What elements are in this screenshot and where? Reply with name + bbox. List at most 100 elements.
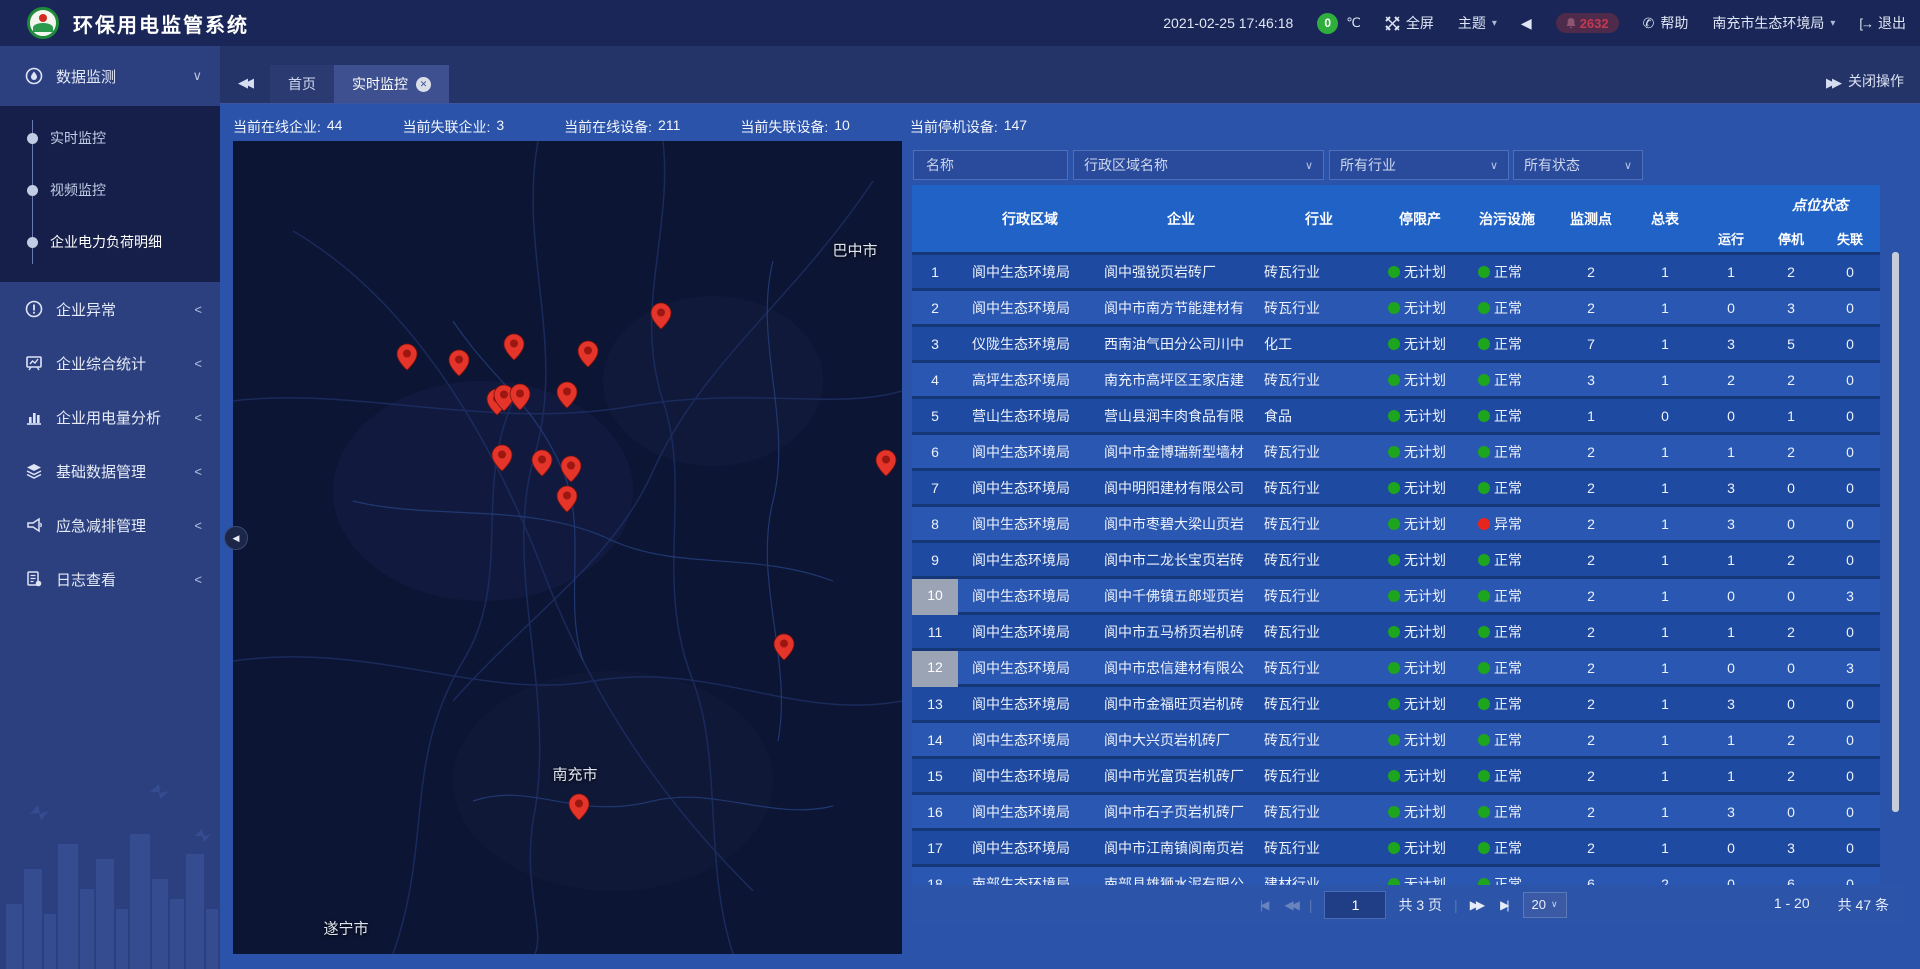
cell-company: 阆中市金福旺页岩机砖 (1102, 694, 1260, 714)
cell-lost: 0 (1820, 264, 1880, 280)
cell-lost: 0 (1820, 696, 1880, 712)
cell-region: 阆中生态环境局 (958, 442, 1102, 462)
sidebar-item-data-monitoring[interactable]: 数据监测∨ (0, 46, 220, 106)
cell-industry: 食品 (1260, 406, 1378, 426)
map-collapse-handle[interactable]: ◀ (224, 526, 248, 550)
status-filter-select[interactable]: 所有状态 ∨ (1513, 150, 1643, 180)
chevron-down-icon: ▾ (1492, 18, 1497, 29)
table-row[interactable]: 4高坪生态环境局南充市高坪区王家店建砖瓦行业无计划正常31220 (912, 363, 1880, 396)
cell-num: 8 (912, 516, 958, 532)
status-ok-dot-icon (1388, 878, 1400, 886)
table-row[interactable]: 3仪陇生态环境局西南油气田分公司川中化工无计划正常71350 (912, 327, 1880, 360)
table-row[interactable]: 8阆中生态环境局阆中市枣碧大梁山页岩砖瓦行业无计划异常21300 (912, 507, 1880, 540)
page-number-input[interactable] (1324, 891, 1386, 919)
stat-value: 10 (834, 117, 850, 137)
cell-treat: 正常 (1462, 262, 1552, 282)
stats-bar: 当前在线企业:44当前失联企业:3当前在线设备:211当前失联设备:10当前停机… (233, 112, 1027, 142)
stat-item: 当前失联设备: 10 (740, 117, 849, 137)
cell-points: 2 (1552, 768, 1630, 784)
scrollbar-thumb[interactable] (1892, 252, 1899, 812)
organization-dropdown[interactable]: 南充市生态环境局▾ (1712, 13, 1835, 33)
logout-button[interactable]: [→ 退出 (1859, 13, 1906, 33)
table-row[interactable]: 15阆中生态环境局阆中市光富页岩机砖厂砖瓦行业无计划正常21120 (912, 759, 1880, 792)
app-header: 环保用电监管系统 2021-02-25 17:46:18 0 ℃ 全屏 主题▾ (0, 0, 1920, 46)
cell-stop: 0 (1762, 480, 1820, 496)
chevron-down-icon: ▾ (1830, 18, 1835, 29)
cell-stop: 2 (1762, 372, 1820, 388)
table-row[interactable]: 9阆中生态环境局阆中市二龙长宝页岩砖砖瓦行业无计划正常21120 (912, 543, 1880, 576)
speaker-icon: ◀ (1521, 16, 1532, 30)
cell-num: 17 (912, 840, 958, 856)
map-panel[interactable]: 巴中市南充市遂宁市 (233, 141, 902, 954)
table-row[interactable]: 7阆中生态环境局阆中明阳建材有限公司砖瓦行业无计划正常21300 (912, 471, 1880, 504)
name-input[interactable] (924, 156, 1057, 174)
cell-region: 阆中生态环境局 (958, 298, 1102, 318)
cell-treat: 正常 (1462, 478, 1552, 498)
cell-region: 高坪生态环境局 (958, 370, 1102, 390)
sidebar-subitem-power-load-detail[interactable]: 企业电力负荷明细 (0, 216, 220, 268)
last-page-button[interactable]: ▶| (1500, 898, 1506, 912)
cell-meters: 1 (1630, 588, 1700, 604)
help-button[interactable]: ✆ 帮助 (1643, 13, 1689, 33)
cell-treat: 正常 (1462, 550, 1552, 570)
sidebar-item-base-data-management[interactable]: 基础数据管理< (0, 444, 220, 498)
cell-region: 阆中生态环境局 (958, 514, 1102, 534)
table-row[interactable]: 2阆中生态环境局阆中市南方节能建材有砖瓦行业无计划正常21030 (912, 291, 1880, 324)
region-filter-select[interactable]: 行政区域名称 ∨ (1073, 150, 1324, 180)
cell-stop: 2 (1762, 624, 1820, 640)
table-row[interactable]: 14阆中生态环境局阆中大兴页岩机砖厂砖瓦行业无计划正常21120 (912, 723, 1880, 756)
sidebar-item-emergency-reduction[interactable]: 应急减排管理< (0, 498, 220, 552)
cell-company: 阆中市金博瑞新型墙材 (1102, 442, 1260, 462)
cell-num: 13 (912, 696, 958, 712)
first-page-button[interactable]: |◀ (1260, 898, 1266, 912)
table-row[interactable]: 6阆中生态环境局阆中市金博瑞新型墙材砖瓦行业无计划正常21120 (912, 435, 1880, 468)
sidebar-subitem-realtime-monitoring[interactable]: 实时监控 (0, 112, 220, 164)
next-page-button[interactable]: ▶▶ (1470, 898, 1482, 912)
table-row[interactable]: 18南部生态环境局南部县雄狮水泥有限公建材行业无计划正常62060 (912, 867, 1880, 885)
notification-badge[interactable]: 2632 (1556, 13, 1619, 33)
cell-stop: 0 (1762, 696, 1820, 712)
cell-limit: 无计划 (1378, 802, 1462, 822)
cell-points: 2 (1552, 444, 1630, 460)
status-ok-dot-icon (1388, 518, 1400, 530)
sidebar-item-log-view[interactable]: 日志查看< (0, 552, 220, 606)
tab-close-icon[interactable]: ✕ (416, 77, 431, 92)
col-header-meters: 总表 (1630, 209, 1700, 229)
fullscreen-icon (1385, 16, 1400, 31)
chevron-down-icon: ∨ (1551, 899, 1558, 910)
table-row[interactable]: 5营山生态环境局营山县润丰肉食品有限食品无计划正常10010 (912, 399, 1880, 432)
tabs-scroll-right-button[interactable]: ▶▶ (1826, 75, 1838, 91)
cell-company: 阆中市光富页岩机砖厂 (1102, 766, 1260, 786)
tabs-scroll-left-button[interactable]: ◀◀ (238, 75, 250, 91)
name-filter-input[interactable] (913, 150, 1068, 180)
table-row[interactable]: 12阆中生态环境局阆中市忠信建材有限公砖瓦行业无计划正常21003 (912, 651, 1880, 684)
page-size-select[interactable]: 20 ∨ (1523, 892, 1567, 918)
prev-page-button[interactable]: ◀◀ (1284, 898, 1296, 912)
mute-button[interactable]: ◀ (1521, 16, 1532, 30)
cell-meters: 1 (1630, 840, 1700, 856)
sidebar-item-enterprise-abnormal[interactable]: 企业异常< (0, 282, 220, 336)
cell-limit: 无计划 (1378, 478, 1462, 498)
tab-realtime-monitoring[interactable]: 实时监控✕ (334, 65, 449, 103)
table-row[interactable]: 11阆中生态环境局阆中市五马桥页岩机砖砖瓦行业无计划正常21120 (912, 615, 1880, 648)
sidebar-subitem-video-monitoring[interactable]: 视频监控 (0, 164, 220, 216)
sidebar-item-power-usage-analysis[interactable]: 企业用电量分析< (0, 390, 220, 444)
table-row[interactable]: 1阆中生态环境局阆中强锐页岩砖厂砖瓦行业无计划正常21120 (912, 255, 1880, 288)
stat-label: 当前失联设备: (740, 117, 828, 137)
cell-meters: 0 (1630, 408, 1700, 424)
fullscreen-button[interactable]: 全屏 (1385, 13, 1434, 33)
sidebar-item-enterprise-statistics[interactable]: 企业综合统计< (0, 336, 220, 390)
tab-home[interactable]: 首页 (270, 65, 334, 103)
status-ok-dot-icon (1388, 698, 1400, 710)
col-header-stop: 停机 (1762, 229, 1820, 248)
cell-limit: 无计划 (1378, 874, 1462, 886)
table-row[interactable]: 17阆中生态环境局阆中市江南镇阆南页岩砖瓦行业无计划正常21030 (912, 831, 1880, 864)
stat-value: 147 (1004, 117, 1027, 137)
cell-limit: 无计划 (1378, 694, 1462, 714)
table-row[interactable]: 13阆中生态环境局阆中市金福旺页岩机砖砖瓦行业无计划正常21300 (912, 687, 1880, 720)
close-operations-button[interactable]: 关闭操作 (1848, 71, 1904, 91)
table-row[interactable]: 16阆中生态环境局阆中市石子页岩机砖厂砖瓦行业无计划正常21300 (912, 795, 1880, 828)
theme-dropdown[interactable]: 主题▾ (1458, 13, 1497, 33)
industry-filter-select[interactable]: 所有行业 ∨ (1329, 150, 1509, 180)
table-row[interactable]: 10阆中生态环境局阆中千佛镇五郎垭页岩砖瓦行业无计划正常21003 (912, 579, 1880, 612)
